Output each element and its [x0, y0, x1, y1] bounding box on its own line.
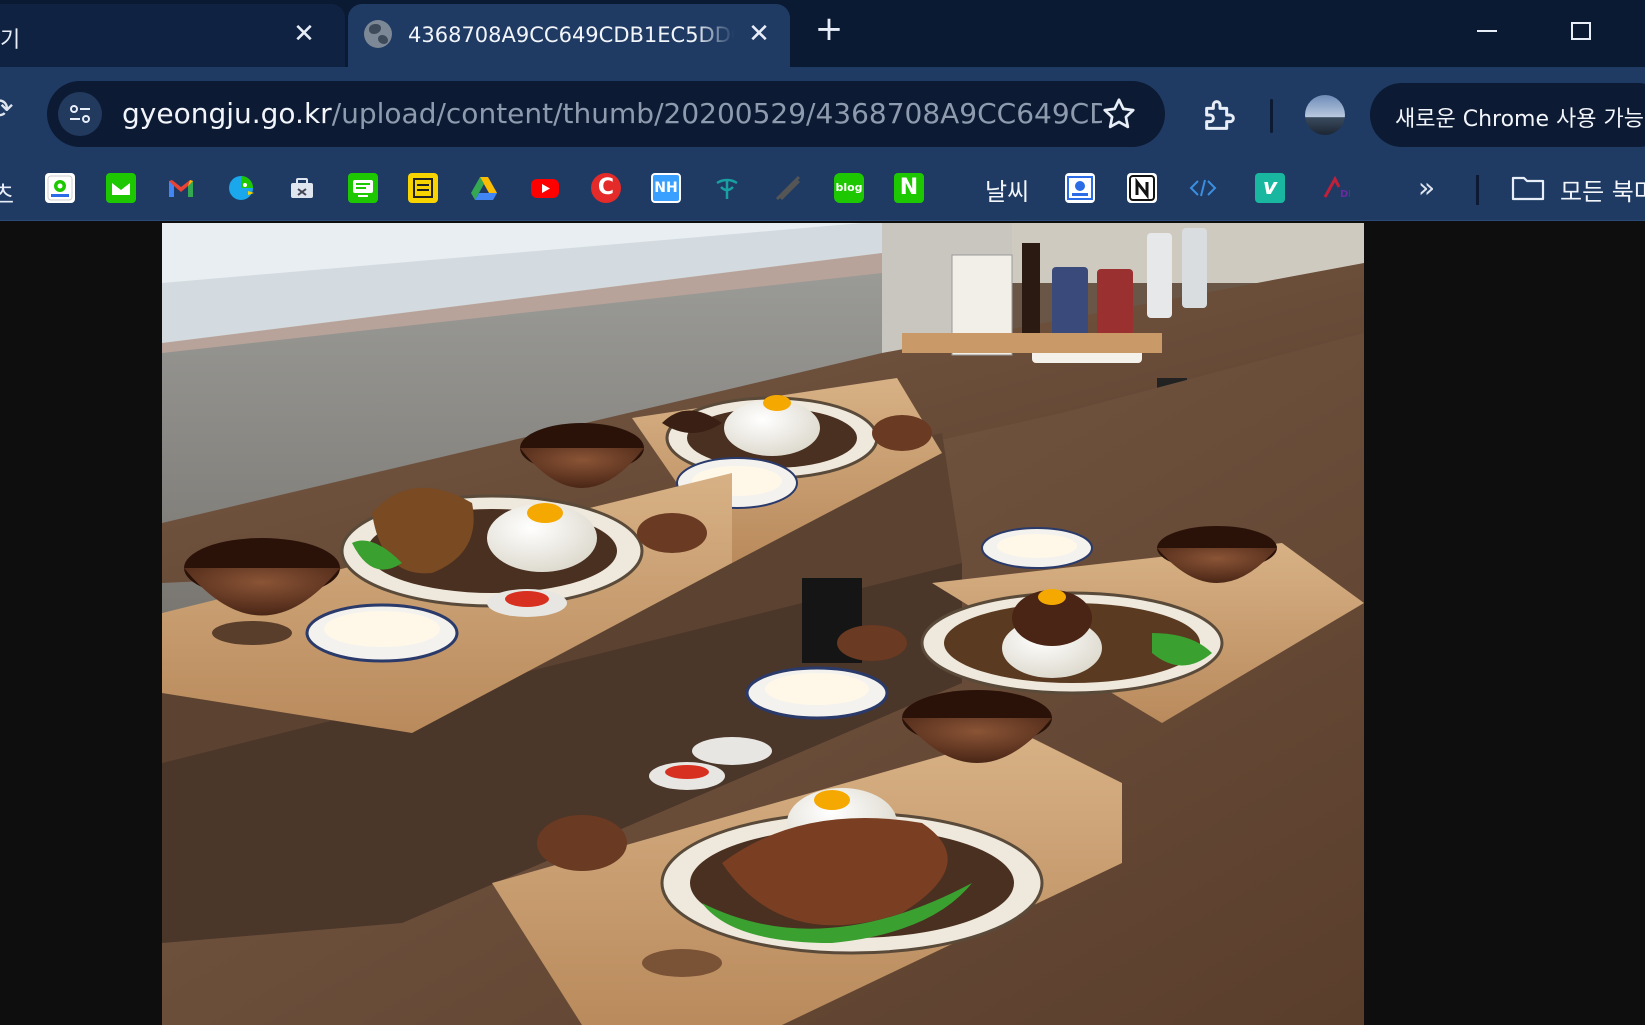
- extensions-icon[interactable]: [1200, 95, 1240, 135]
- chrome-update-button[interactable]: 새로운 Chrome 사용 가능: [1370, 83, 1645, 147]
- bookmark-star-icon[interactable]: [1101, 96, 1137, 132]
- korail-icon[interactable]: [712, 173, 742, 203]
- youtube-icon[interactable]: [530, 173, 560, 203]
- tab-previous-title: 기: [0, 28, 21, 53]
- id-card-icon[interactable]: [1065, 173, 1095, 203]
- address-bar[interactable]: gyeongju.go.kr/upload/content/thumb/2020…: [47, 81, 1165, 147]
- brush-icon[interactable]: [773, 173, 803, 203]
- profile-avatar[interactable]: [1305, 95, 1345, 135]
- url-path: /upload/content/thumb/20200529/4368708A9…: [331, 97, 1102, 130]
- tab-active[interactable]: 4368708A9CC649CDB1EC5DDC ✕: [348, 4, 790, 67]
- chrome-update-label: 새로운 Chrome 사용 가능: [1395, 107, 1644, 132]
- notion-icon[interactable]: [1127, 173, 1157, 203]
- new-tab-button[interactable]: +: [812, 12, 846, 47]
- memo-icon[interactable]: [408, 173, 438, 203]
- image-viewer: [0, 221, 1645, 1025]
- toolbar-separator: [1270, 99, 1273, 133]
- bookmark-partial-label[interactable]: 츠: [0, 175, 14, 210]
- svg-text:N: N: [118, 180, 125, 189]
- chat-icon[interactable]: [348, 173, 378, 203]
- tab-previous[interactable]: 기 ✕: [0, 4, 345, 67]
- food-photo: [162, 223, 1364, 1025]
- bookmarks-separator: [1476, 175, 1479, 205]
- url-host: gyeongju.go.kr: [122, 97, 332, 130]
- maximize-icon[interactable]: [1571, 22, 1591, 40]
- bookmarks-bar: 츠 N C NH blog N 날씨 v DL: [0, 157, 1645, 221]
- naver-blog-icon[interactable]: blog: [834, 173, 864, 203]
- tab-active-close-icon[interactable]: ✕: [745, 20, 773, 48]
- globe-icon: [364, 20, 392, 48]
- minimize-icon[interactable]: [1477, 30, 1497, 32]
- url-text[interactable]: gyeongju.go.kr/upload/content/thumb/2020…: [122, 97, 1102, 130]
- folder-icon[interactable]: [1511, 175, 1545, 201]
- code-icon[interactable]: [1188, 173, 1218, 203]
- reload-icon[interactable]: ⟳: [0, 92, 13, 125]
- site-info-icon[interactable]: [58, 92, 102, 136]
- nh-bank-icon[interactable]: NH: [651, 173, 681, 203]
- naver-map-icon[interactable]: [45, 173, 75, 203]
- tab-active-title: 4368708A9CC649CDB1EC5DDC: [408, 23, 734, 47]
- food-photo-drawing: [162, 223, 1364, 1025]
- browser-toolbar: ⟳ gyeongju.go.kr/upload/content/thumb/20…: [0, 67, 1645, 157]
- all-bookmarks-label[interactable]: 모든 북마: [1560, 172, 1645, 207]
- tab-strip: 기 ✕ 4368708A9CC649CDB1EC5DDC ✕ +: [0, 0, 1645, 67]
- naver-mail-icon[interactable]: N: [106, 173, 136, 203]
- papago-icon[interactable]: [226, 173, 256, 203]
- toolbox-icon[interactable]: [287, 173, 317, 203]
- tab-previous-close-icon[interactable]: ✕: [290, 20, 318, 48]
- bookmarks-overflow-icon[interactable]: »: [1418, 171, 1435, 204]
- dl-icon[interactable]: DL: [1320, 173, 1350, 203]
- naver-icon[interactable]: N: [894, 173, 924, 203]
- gmail-icon[interactable]: [166, 173, 196, 203]
- weather-bookmark-label[interactable]: 날씨: [985, 172, 1029, 207]
- c-badge-icon[interactable]: C: [591, 173, 621, 203]
- svg-text:DL: DL: [1340, 189, 1350, 200]
- vimeo-icon[interactable]: v: [1255, 173, 1285, 203]
- google-drive-icon[interactable]: [469, 173, 499, 203]
